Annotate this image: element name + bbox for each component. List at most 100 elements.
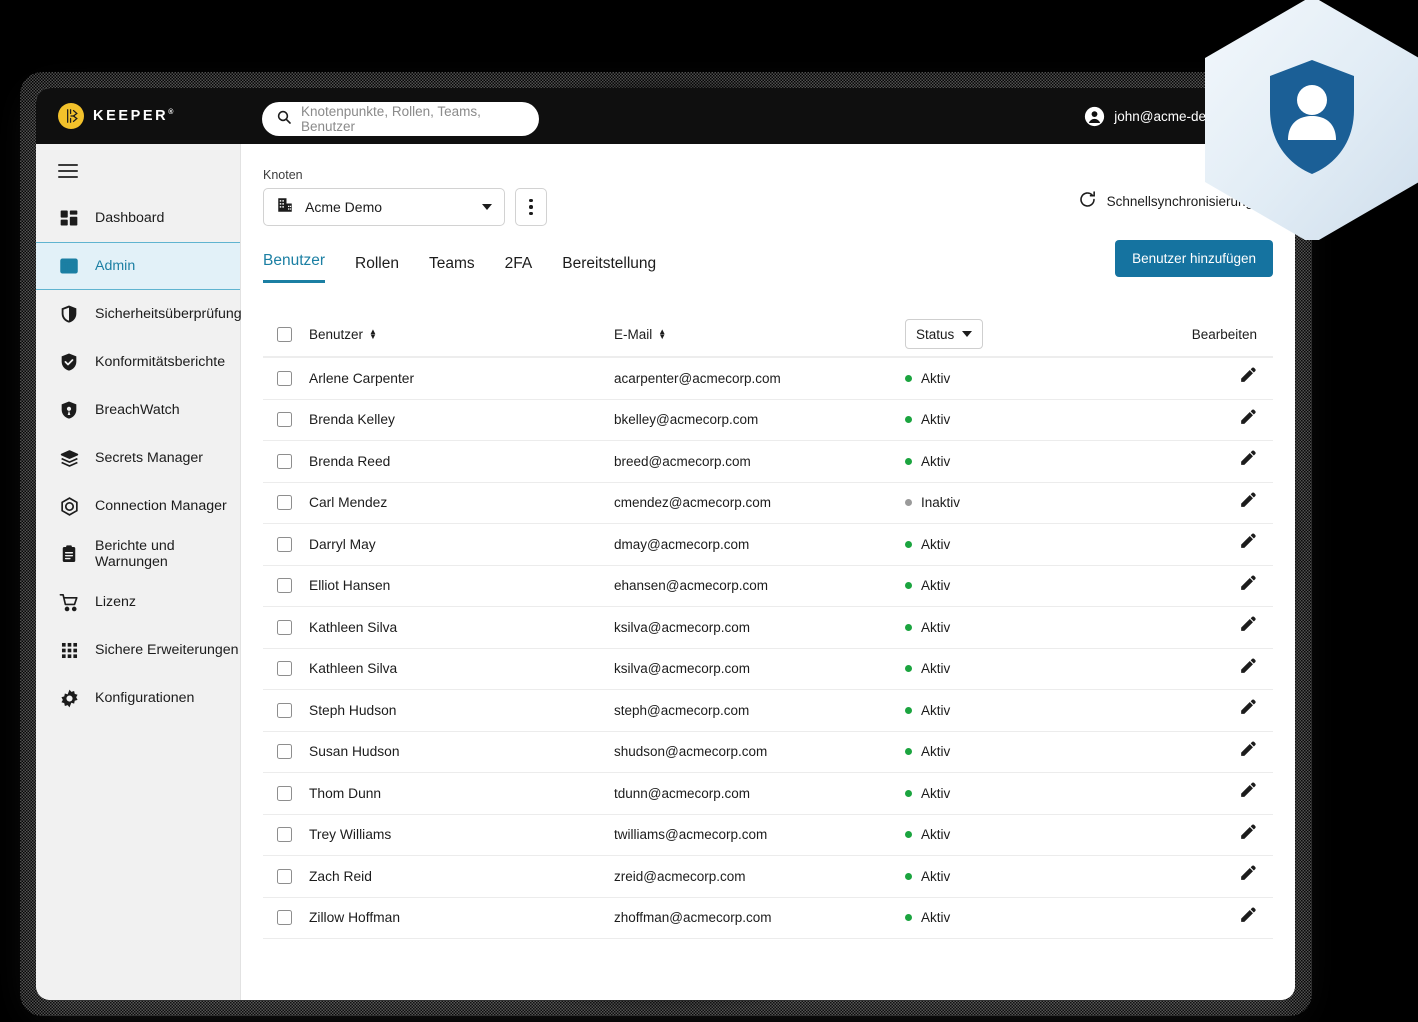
- pencil-icon[interactable]: [1238, 740, 1257, 764]
- row-checkbox-cell: [263, 578, 309, 594]
- screen-root: KEEPER® Knotenpunkte, Rollen, Teams, Ben…: [0, 0, 1418, 1022]
- pencil-icon[interactable]: [1238, 615, 1257, 639]
- pencil-icon[interactable]: [1238, 574, 1257, 598]
- sidebar-item-label: Sichere Erweiterungen: [95, 642, 239, 658]
- cell-edit: [1175, 574, 1273, 598]
- account-menu[interactable]: john@acme-demo.com: [1084, 88, 1273, 144]
- table-row[interactable]: Thom Dunn tdunn@acmecorp.com Aktiv: [263, 773, 1273, 815]
- cell-edit: [1175, 823, 1273, 847]
- sidebar-item-sichere-erweiterungen[interactable]: Sichere Erweiterungen: [36, 626, 240, 674]
- brand-logo[interactable]: KEEPER®: [58, 103, 240, 129]
- table-row[interactable]: Trey Williams twilliams@acmecorp.com Aktiv: [263, 815, 1273, 856]
- pencil-icon[interactable]: [1238, 906, 1257, 930]
- table-row[interactable]: Carl Mendez cmendez@acmecorp.com Inaktiv: [263, 483, 1273, 524]
- tab-2fa[interactable]: 2FA: [505, 255, 533, 283]
- tab-rollen[interactable]: Rollen: [355, 255, 399, 283]
- cell-status: Aktiv: [905, 661, 1175, 676]
- table-row[interactable]: Kathleen Silva ksilva@acmecorp.com Aktiv: [263, 607, 1273, 649]
- table-row[interactable]: Darryl May dmay@acmecorp.com Aktiv: [263, 524, 1273, 566]
- tab-bereitstellung[interactable]: Bereitstellung: [562, 255, 656, 283]
- cell-status: Aktiv: [905, 454, 1175, 469]
- sidebar-item-sicherheitsueberpruefung[interactable]: Sicherheitsüberprüfung: [36, 290, 242, 338]
- table-row[interactable]: Arlene Carpenter acarpenter@acmecorp.com A…: [263, 358, 1273, 400]
- column-header-email[interactable]: E-Mail ▲ ▼: [614, 327, 905, 342]
- row-checkbox-cell: [263, 868, 309, 884]
- checkbox-unchecked-icon[interactable]: [277, 578, 292, 594]
- pencil-icon[interactable]: [1238, 864, 1257, 888]
- sidebar-item-admin[interactable]: Admin: [36, 242, 240, 290]
- cell-user: Susan Hudson: [309, 744, 400, 760]
- table-row[interactable]: Elliot Hansen ehansen@acmecorp.com Aktiv: [263, 566, 1273, 607]
- checkbox-unchecked-icon[interactable]: [277, 868, 292, 884]
- table-row[interactable]: Zach Reid zreid@acmecorp.com Aktiv: [263, 856, 1273, 898]
- checkbox-unchecked-icon[interactable]: [277, 619, 292, 635]
- checkbox-unchecked-icon[interactable]: [277, 785, 292, 801]
- pencil-icon[interactable]: [1238, 366, 1257, 390]
- cell-user: Elliot Hansen: [309, 578, 391, 594]
- cell-edit: [1175, 740, 1273, 764]
- sidebar-item-secrets-manager[interactable]: Secrets Manager: [36, 434, 240, 482]
- pencil-icon[interactable]: [1238, 657, 1257, 681]
- status-label: Aktiv: [921, 536, 951, 552]
- search-input[interactable]: Knotenpunkte, Rollen, Teams, Benutzer: [262, 102, 539, 136]
- sidebar-item-dashboard[interactable]: Dashboard: [36, 194, 240, 242]
- sidebar-item-konfigurationen[interactable]: Konfigurationen: [36, 674, 240, 722]
- sidebar-item-connection-manager[interactable]: Connection Manager: [36, 482, 240, 530]
- table-row[interactable]: Brenda Kelley bkelley@acmecorp.com Aktiv: [263, 400, 1273, 441]
- table-row[interactable]: Zillow Hoffman zhoffman@acmecorp.com Aktiv: [263, 898, 1273, 939]
- pencil-icon[interactable]: [1238, 408, 1257, 432]
- tab-teams[interactable]: Teams: [429, 255, 475, 283]
- tab-benutzer[interactable]: Benutzer: [263, 252, 326, 283]
- table-row[interactable]: Susan Hudson shudson@acmecorp.com Aktiv: [263, 732, 1273, 773]
- table-row[interactable]: Steph Hudson steph@acmecorp.com Aktiv: [263, 690, 1273, 732]
- cell-status: Inaktiv: [905, 495, 1175, 510]
- status-dot-icon: [905, 540, 912, 548]
- cell-status: Aktiv: [905, 786, 1175, 801]
- pencil-icon[interactable]: [1238, 698, 1257, 722]
- checkbox-unchecked-icon[interactable]: [277, 412, 292, 428]
- checkbox-unchecked-icon[interactable]: [277, 453, 292, 469]
- column-header-edit: Bearbeiten: [1175, 327, 1273, 342]
- grid-dots-icon: [58, 639, 80, 661]
- pencil-icon[interactable]: [1238, 491, 1257, 515]
- checkbox-unchecked-icon[interactable]: [277, 370, 292, 386]
- checkbox-unchecked-icon[interactable]: [277, 910, 292, 926]
- checkbox-unchecked-icon[interactable]: [277, 827, 292, 843]
- sidebar-item-konformitaetsberichte[interactable]: Konformitätsberichte: [36, 338, 240, 386]
- sidebar-item-breachwatch[interactable]: BreachWatch: [36, 386, 240, 434]
- cell-status: Aktiv: [905, 620, 1175, 635]
- pencil-icon[interactable]: [1238, 781, 1257, 805]
- add-user-button[interactable]: Benutzer hinzufügen: [1115, 240, 1273, 277]
- checkbox-unchecked-icon[interactable]: [277, 495, 292, 511]
- sidebar-item-label: Dashboard: [95, 210, 165, 226]
- sidebar-item-berichte-und-warnungen[interactable]: Berichte und Warnungen: [36, 530, 240, 578]
- cell-user: Thom Dunn: [309, 785, 382, 801]
- kebab-menu-icon[interactable]: [515, 188, 547, 226]
- checkbox-unchecked-icon[interactable]: [277, 536, 292, 552]
- status-dot-icon: [905, 665, 912, 673]
- sidebar-item-label: Sicherheitsüberprüfung: [95, 306, 242, 322]
- table-row[interactable]: Brenda Reed breed@acmecorp.com Aktiv: [263, 441, 1273, 483]
- hamburger-icon[interactable]: [58, 164, 78, 178]
- column-header-user-label: Benutzer: [309, 326, 364, 342]
- sort-updown-icon: ▲ ▼: [658, 327, 667, 341]
- pencil-icon[interactable]: [1238, 823, 1257, 847]
- status-label: Aktiv: [921, 370, 951, 386]
- checkbox-unchecked-icon[interactable]: [277, 661, 292, 677]
- node-label: Knoten: [263, 168, 303, 182]
- column-header-edit-label: Bearbeiten: [1191, 326, 1257, 342]
- column-header-user[interactable]: Benutzer ▲ ▼: [309, 327, 614, 342]
- table-row[interactable]: Kathleen Silva ksilva@acmecorp.com Aktiv: [263, 649, 1273, 690]
- sidebar-item-lizenz[interactable]: Lizenz: [36, 578, 240, 626]
- checkbox-unchecked-icon[interactable]: [277, 744, 292, 760]
- node-selector[interactable]: Acme Demo: [263, 188, 505, 226]
- brand-name: KEEPER®: [93, 108, 174, 124]
- chevron-down-icon: [962, 331, 973, 337]
- checkbox-unchecked-icon[interactable]: [277, 702, 292, 718]
- pencil-icon[interactable]: [1238, 449, 1257, 473]
- checkbox-unchecked-icon[interactable]: [277, 326, 292, 342]
- row-checkbox-cell: [263, 744, 309, 760]
- status-filter-dropdown[interactable]: Status: [905, 319, 984, 349]
- pencil-icon[interactable]: [1238, 532, 1257, 556]
- quick-sync-button[interactable]: Schnellsynchronisierung: [1078, 190, 1273, 212]
